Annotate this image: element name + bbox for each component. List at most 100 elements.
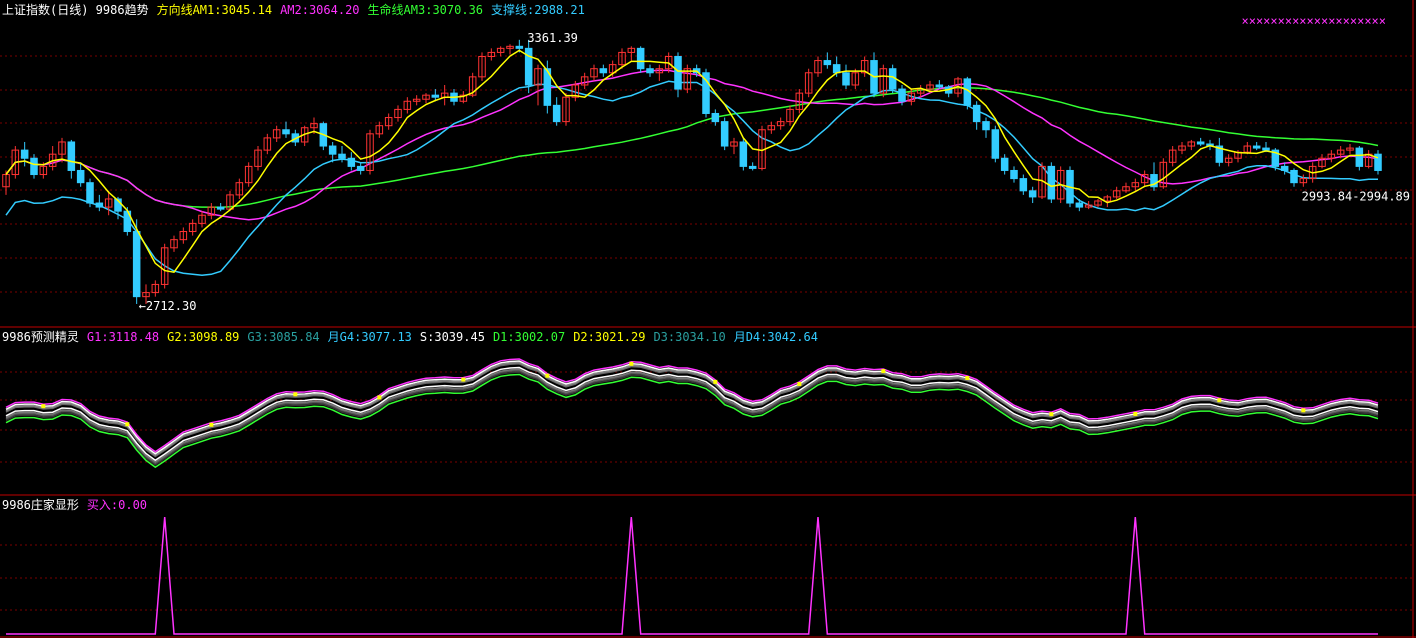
candle-142: [1327, 150, 1336, 163]
candle-141: [1318, 154, 1326, 169]
candle-26: [244, 162, 253, 187]
candle-body-90: [842, 72, 850, 86]
candle-body-104: [972, 104, 981, 123]
candle-87: [814, 56, 822, 77]
candle-112: [1047, 162, 1056, 204]
candle-60: [562, 93, 570, 126]
candle-body-46: [431, 94, 440, 98]
candle-body-37: [347, 157, 356, 167]
candle-35: [328, 141, 337, 163]
candle-44: [412, 95, 421, 106]
candle-78: [730, 137, 738, 155]
candle-127: [1187, 139, 1196, 151]
candle-54: [506, 44, 514, 55]
candle-body-7: [67, 141, 76, 171]
panel2-legend-4: S:3039.45: [420, 330, 485, 344]
candle-145: [1355, 146, 1364, 171]
last-annotation: 2993.84-2994.89: [1302, 189, 1410, 203]
low-annotation: ←2712.30: [139, 299, 197, 313]
candle-body-77: [720, 121, 729, 147]
candle-body-138: [1290, 169, 1298, 184]
panel3-title: 9986庄家显形: [2, 497, 79, 512]
candle-38: [356, 162, 365, 175]
candle-body-9: [86, 182, 94, 204]
candle-body-137: [1280, 165, 1289, 171]
candle-134: [1252, 141, 1261, 151]
candle-57: [534, 64, 542, 106]
candle-20: [188, 219, 197, 236]
panel1-legend-1: AM2:3064.20: [280, 3, 359, 17]
candle-121: [1131, 178, 1140, 191]
candle-body-55: [515, 45, 524, 49]
panel2-legend-1: G2:3098.89: [167, 330, 239, 344]
candle-90: [842, 64, 850, 90]
panel2-legend-6: D2:3021.29: [573, 330, 645, 344]
candle-body-128: [1196, 141, 1205, 145]
candle-122: [1140, 170, 1149, 187]
candle-body-59: [552, 104, 561, 123]
candle-body-79: [739, 141, 748, 167]
panel2-legend-7: D3:3034.10: [653, 330, 725, 344]
band-dot-103: [965, 376, 970, 381]
candle-119: [1112, 186, 1121, 199]
candle-109: [1019, 174, 1028, 195]
candle-10: [95, 194, 104, 212]
candle-64: [599, 64, 608, 77]
candle-108: [1010, 166, 1018, 183]
candle-16: [151, 280, 160, 297]
candle-8: [76, 162, 85, 187]
candle-56: [524, 39, 533, 94]
candle-body-14: [132, 231, 141, 298]
candle-147: [1374, 150, 1382, 175]
candle-130: [1215, 137, 1224, 167]
panel3-legend-0: 买入:0.00: [87, 498, 147, 512]
candle-69: [646, 64, 654, 77]
panel1-legend-3: 支撑线:2988.21: [491, 2, 585, 17]
candle-92: [860, 56, 869, 77]
candle-75: [702, 68, 710, 118]
candle-70: [655, 64, 664, 81]
candle-body-106: [991, 129, 1000, 159]
candle-53: [496, 46, 505, 57]
candle-body-135: [1262, 147, 1270, 151]
candle-116: [1084, 200, 1093, 210]
candle-84: [786, 105, 794, 126]
support-line: [5, 80, 1378, 277]
candle-29: [272, 125, 281, 142]
band-dot-94: [881, 369, 886, 374]
am2-line: [5, 69, 1379, 221]
panel1-title: 上证指数(日线) 9986趋势: [2, 2, 149, 17]
candle-59: [552, 97, 561, 126]
candle-37: [347, 152, 356, 171]
candle-body-80: [748, 165, 757, 169]
candle-86: [804, 68, 813, 98]
candle-body-2: [20, 149, 29, 159]
band-dot-13: [125, 422, 130, 427]
candle-18: [170, 235, 178, 252]
candle-83: [776, 117, 785, 130]
band-dot-76: [713, 379, 718, 384]
panel2-legend-3: 月G4:3077.13: [328, 330, 412, 344]
candle-144: [1346, 144, 1354, 155]
panel1-legend-0: 方向线AM1:3045.14: [157, 2, 272, 17]
buy-signal-line: [6, 516, 1378, 635]
candle-103: [963, 76, 972, 110]
panel2-legend-0: G1:3118.48: [87, 330, 159, 344]
candle-21: [198, 211, 206, 228]
candle-17: [160, 243, 169, 289]
candle-124: [1159, 158, 1168, 189]
candle-125: [1168, 146, 1177, 167]
candle-105: [982, 117, 990, 138]
candle-73: [683, 64, 692, 94]
candle-9: [86, 178, 94, 208]
candle-123: [1150, 162, 1158, 191]
band-dot-22: [209, 422, 214, 427]
candle-39: [366, 129, 374, 175]
candle-82: [767, 121, 776, 134]
candle-22: [207, 203, 216, 220]
candle-body-115: [1075, 202, 1084, 208]
candle-28: [263, 133, 272, 155]
candle-body-145: [1355, 147, 1364, 167]
candle-146: [1364, 150, 1373, 169]
band-dot-112: [1049, 412, 1054, 417]
